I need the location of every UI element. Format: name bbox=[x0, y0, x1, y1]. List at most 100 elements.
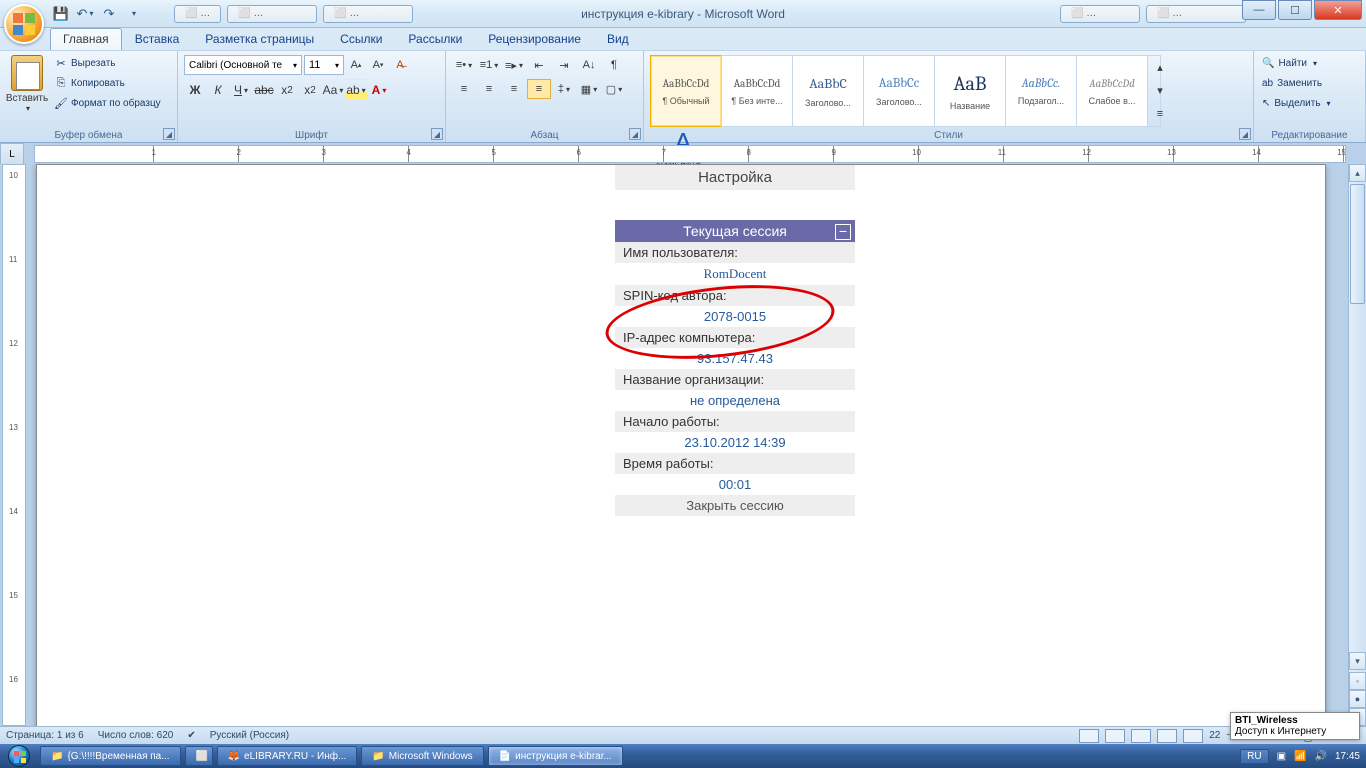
highlight-button[interactable]: ab▾ bbox=[345, 79, 367, 101]
tray-language[interactable]: RU bbox=[1240, 749, 1268, 764]
justify-button[interactable]: ≡ bbox=[527, 79, 551, 99]
cut-button[interactable]: ✂Вырезать bbox=[52, 53, 161, 73]
task-item[interactable]: 🦊eLIBRARY.RU - Инф... bbox=[217, 746, 358, 766]
tab-mailings[interactable]: Рассылки bbox=[395, 28, 475, 50]
vertical-scrollbar[interactable]: ▴ ▾ ◦ ● ◦ bbox=[1348, 164, 1366, 726]
style-heading1[interactable]: AaBbCЗаголово... bbox=[792, 55, 864, 127]
dialog-launcher-icon[interactable]: ◢ bbox=[163, 128, 175, 140]
tray-volume-icon[interactable]: 🔊 bbox=[1315, 751, 1327, 762]
copy-button[interactable]: ⎘Копировать bbox=[52, 73, 161, 93]
borders-button[interactable]: ▢▾ bbox=[602, 79, 626, 99]
status-language[interactable]: Русский (Россия) bbox=[210, 730, 289, 741]
task-item-active[interactable]: 📄инструкция e-kibrar... bbox=[488, 746, 623, 766]
browse-object-icon[interactable]: ● bbox=[1349, 690, 1366, 708]
minus-icon[interactable]: − bbox=[835, 224, 851, 240]
tab-review[interactable]: Рецензирование bbox=[475, 28, 594, 50]
scroll-thumb[interactable] bbox=[1350, 184, 1365, 304]
bg-tab[interactable]: ⬜ … bbox=[1146, 5, 1246, 23]
dialog-launcher-icon[interactable]: ◢ bbox=[1239, 128, 1251, 140]
gallery-down-icon[interactable]: ▾ bbox=[1148, 79, 1172, 102]
view-print-layout-icon[interactable] bbox=[1079, 729, 1099, 743]
page-scroll[interactable]: Настройка Текущая сессия − Имя пользоват… bbox=[26, 164, 1348, 726]
change-case-button[interactable]: Aa▾ bbox=[322, 79, 344, 101]
superscript-button[interactable]: x2 bbox=[299, 79, 321, 101]
maximize-button[interactable]: ☐ bbox=[1278, 0, 1312, 20]
start-button[interactable] bbox=[0, 744, 38, 768]
tab-view[interactable]: Вид bbox=[594, 28, 642, 50]
align-right-button[interactable]: ≡ bbox=[502, 79, 526, 99]
view-outline-icon[interactable] bbox=[1157, 729, 1177, 743]
bg-tab[interactable]: ⬜ … bbox=[323, 5, 413, 23]
font-size-combo[interactable]: 11▾ bbox=[304, 55, 344, 75]
replace-button[interactable]: abЗаменить bbox=[1260, 73, 1359, 93]
scroll-down-icon[interactable]: ▾ bbox=[1349, 652, 1366, 670]
status-spellcheck-icon[interactable]: ✔ bbox=[187, 730, 195, 741]
close-button[interactable]: ✕ bbox=[1314, 0, 1362, 20]
shading-button[interactable]: ▦▾ bbox=[577, 79, 601, 99]
elib-close-session[interactable]: Закрыть сессию bbox=[615, 495, 855, 516]
bold-button[interactable]: Ж bbox=[184, 79, 206, 101]
underline-button[interactable]: Ч▾ bbox=[230, 79, 252, 101]
clear-formatting-icon[interactable]: A̶ bbox=[390, 55, 410, 75]
minimize-button[interactable]: — bbox=[1242, 0, 1276, 20]
bg-tab[interactable]: ⬜ … bbox=[1060, 5, 1140, 23]
task-item[interactable]: 📁Microsoft Windows bbox=[361, 746, 483, 766]
gallery-more-icon[interactable]: ≡ bbox=[1148, 103, 1172, 126]
align-left-button[interactable]: ≡ bbox=[452, 79, 476, 99]
show-marks-button[interactable]: ¶ bbox=[602, 55, 626, 75]
style-subtitle[interactable]: AaBbCc.Подзагол... bbox=[1005, 55, 1077, 127]
font-name-combo[interactable]: Calibri (Основной те▾ bbox=[184, 55, 302, 75]
page[interactable]: Настройка Текущая сессия − Имя пользоват… bbox=[36, 164, 1326, 726]
italic-button[interactable]: К bbox=[207, 79, 229, 101]
style-heading2[interactable]: AaBbCcЗаголово... bbox=[863, 55, 935, 127]
tray-network-icon[interactable]: 📶 bbox=[1294, 751, 1306, 762]
tray-icon[interactable]: ▣ bbox=[1277, 751, 1286, 762]
view-full-screen-icon[interactable] bbox=[1105, 729, 1125, 743]
task-item[interactable]: 📁{G:\!!!!Временная па... bbox=[40, 746, 181, 766]
tab-references[interactable]: Ссылки bbox=[327, 28, 395, 50]
select-button[interactable]: ↖Выделить▾ bbox=[1260, 93, 1359, 113]
format-painter-button[interactable]: 🖌Формат по образцу bbox=[52, 93, 161, 113]
view-draft-icon[interactable] bbox=[1183, 729, 1203, 743]
qat-customize-icon[interactable]: ▾ bbox=[122, 3, 144, 25]
dialog-launcher-icon[interactable]: ◢ bbox=[431, 128, 443, 140]
view-web-icon[interactable] bbox=[1131, 729, 1151, 743]
tray-time[interactable]: 17:45 bbox=[1335, 751, 1360, 762]
redo-icon[interactable]: ↷ bbox=[98, 3, 120, 25]
prev-page-icon[interactable]: ◦ bbox=[1349, 672, 1366, 690]
tab-home[interactable]: Главная bbox=[50, 28, 122, 50]
strike-button[interactable]: abc bbox=[253, 79, 275, 101]
numbering-button[interactable]: ≡1▾ bbox=[477, 55, 501, 75]
ruler-corner[interactable]: L bbox=[0, 143, 24, 165]
style-no-spacing[interactable]: AaBbCcDd¶ Без инте... bbox=[721, 55, 793, 127]
status-words[interactable]: Число слов: 620 bbox=[98, 730, 174, 741]
tab-page-layout[interactable]: Разметка страницы bbox=[192, 28, 327, 50]
network-notification[interactable]: BTI_Wireless Доступ к Интернету bbox=[1230, 712, 1360, 740]
tab-insert[interactable]: Вставка bbox=[122, 28, 193, 50]
task-item[interactable]: ⬜ bbox=[185, 746, 213, 766]
scroll-track[interactable] bbox=[1349, 182, 1366, 652]
style-title[interactable]: AaBНазвание bbox=[934, 55, 1006, 127]
grow-font-icon[interactable]: A▴ bbox=[346, 55, 366, 75]
align-center-button[interactable]: ≡ bbox=[477, 79, 501, 99]
status-page[interactable]: Страница: 1 из 6 bbox=[6, 730, 84, 741]
gallery-up-icon[interactable]: ▴ bbox=[1148, 56, 1172, 79]
subscript-button[interactable]: x2 bbox=[276, 79, 298, 101]
scroll-up-icon[interactable]: ▴ bbox=[1349, 164, 1366, 182]
office-button[interactable] bbox=[4, 4, 44, 44]
increase-indent-button[interactable]: ⇥ bbox=[552, 55, 576, 75]
vertical-ruler[interactable]: 10111213141516 bbox=[2, 164, 26, 726]
style-subtle[interactable]: AaBbCcDdСлабое в... bbox=[1076, 55, 1148, 127]
bg-tab[interactable]: ⬜ … bbox=[227, 5, 317, 23]
line-spacing-button[interactable]: ‡▾ bbox=[552, 79, 576, 99]
multilevel-button[interactable]: ≡▸▾ bbox=[502, 55, 526, 75]
paste-button[interactable]: Вставить ▾ bbox=[6, 53, 48, 123]
dialog-launcher-icon[interactable]: ◢ bbox=[629, 128, 641, 140]
zoom-percent[interactable]: 22 bbox=[1209, 730, 1220, 741]
decrease-indent-button[interactable]: ⇤ bbox=[527, 55, 551, 75]
save-icon[interactable]: 💾 bbox=[50, 3, 72, 25]
sort-button[interactable]: A↓ bbox=[577, 55, 601, 75]
bg-tab[interactable]: ⬜ … bbox=[174, 5, 221, 23]
bullets-button[interactable]: ≡•▾ bbox=[452, 55, 476, 75]
horizontal-ruler[interactable]: 123456789101112131415 bbox=[34, 145, 1346, 163]
